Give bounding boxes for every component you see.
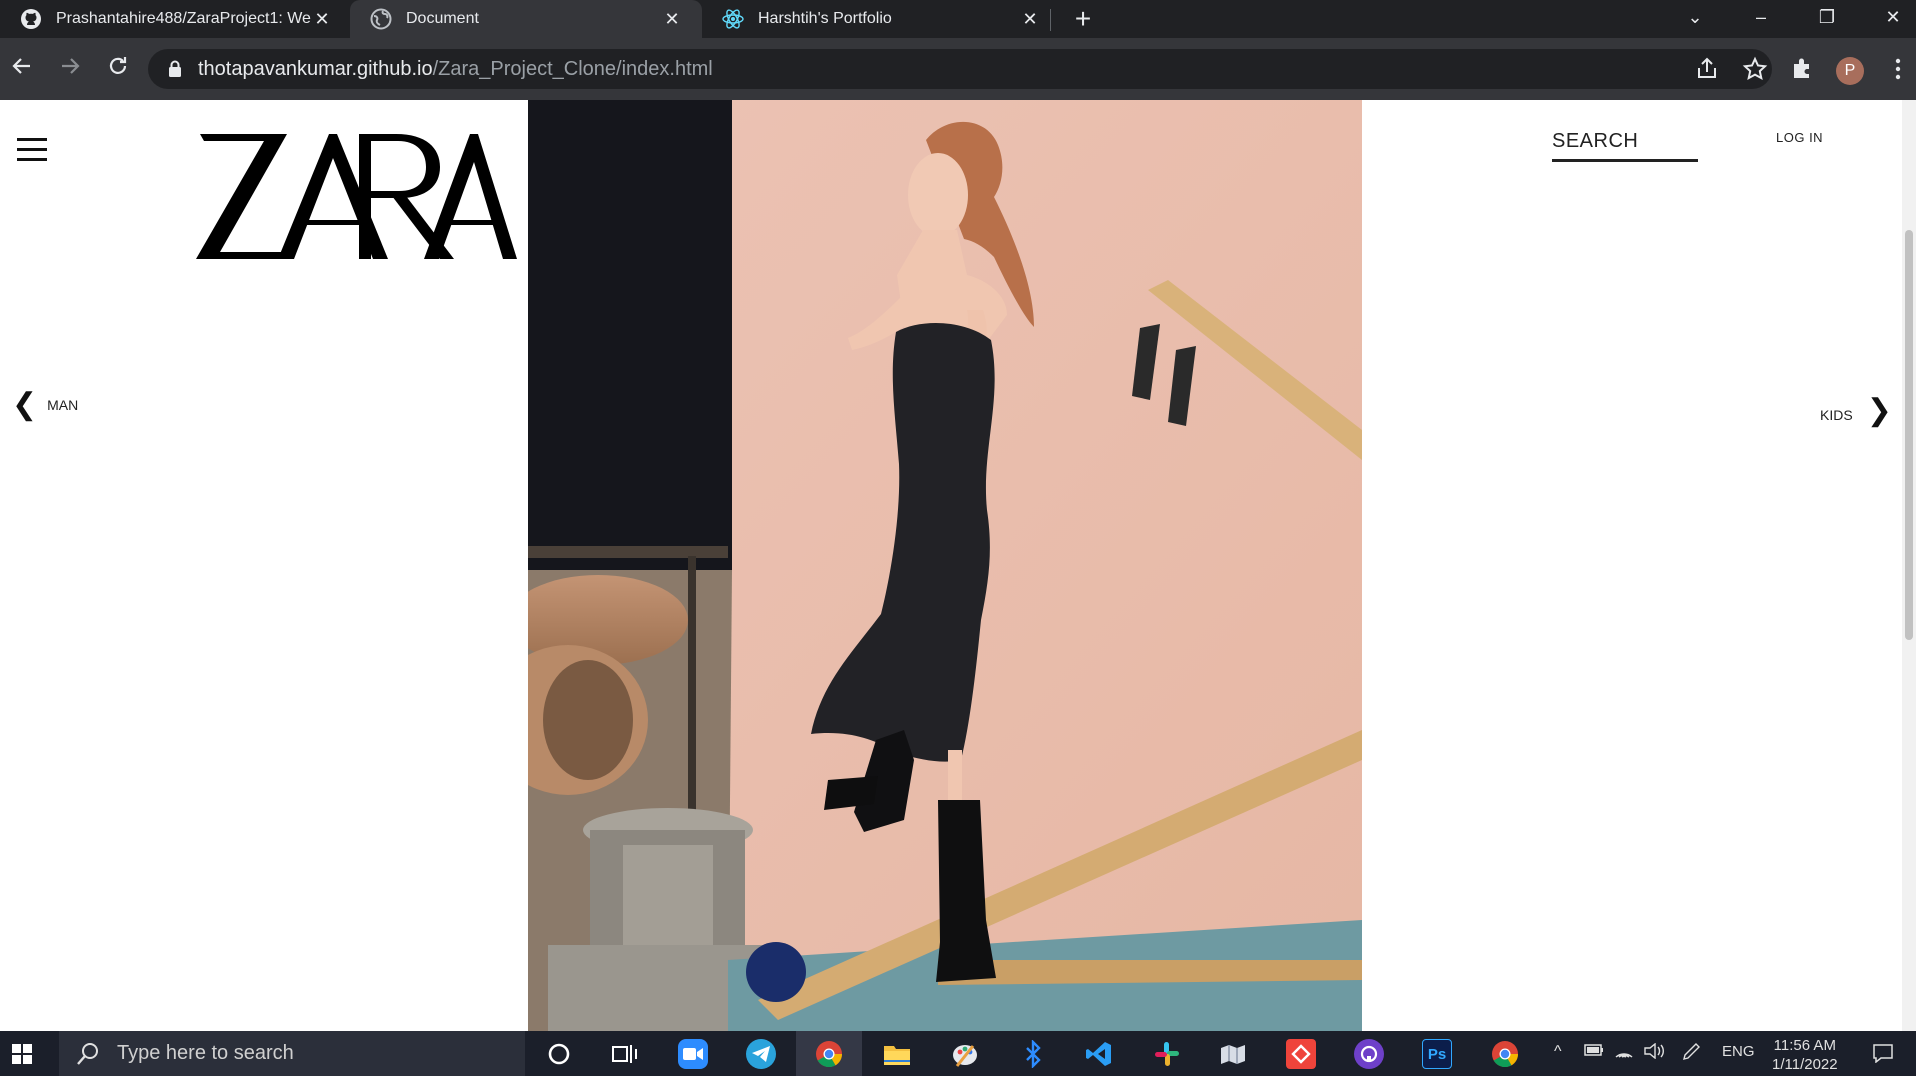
language-indicator[interactable]: ENG <box>1722 1043 1755 1060</box>
close-icon[interactable]: ✕ <box>1020 9 1040 29</box>
zara-logo[interactable] <box>192 128 517 268</box>
volume-icon[interactable] <box>1644 1042 1666 1064</box>
wifi-icon[interactable] <box>1614 1043 1634 1064</box>
tab-title: Harshtih's Portfolio <box>758 10 892 27</box>
windows-start-icon[interactable] <box>12 1044 32 1064</box>
menu-kebab-icon[interactable] <box>1884 55 1912 83</box>
back-button[interactable] <box>6 54 38 86</box>
file-explorer-icon[interactable] <box>882 1039 912 1069</box>
github-icon <box>20 8 42 30</box>
tab-search-icon[interactable]: ⌄ <box>1668 0 1722 38</box>
reload-button[interactable] <box>102 54 134 86</box>
forward-arrow-icon <box>62 58 80 74</box>
bluetooth-icon[interactable] <box>1018 1039 1048 1069</box>
taskbar-search-box[interactable]: Type here to search <box>59 1031 525 1076</box>
maps-icon[interactable] <box>1218 1039 1248 1069</box>
chrome-icon[interactable] <box>1490 1039 1520 1069</box>
telegram-icon[interactable] <box>746 1039 776 1069</box>
anydesk-icon[interactable] <box>1286 1039 1316 1069</box>
browser-toolbar: thotapavankumar.github.io/Zara_Project_C… <box>0 38 1916 100</box>
hamburger-menu-icon[interactable] <box>17 138 47 162</box>
tab-title: Prashantahire488/ZaraProject1: We <box>56 10 311 27</box>
bookmark-star-icon[interactable] <box>1742 56 1768 82</box>
new-tab-button[interactable]: + <box>1068 4 1098 34</box>
react-icon <box>722 8 744 30</box>
scrollbar-thumb[interactable] <box>1905 230 1913 640</box>
clock-date: 1/11/2022 <box>1772 1056 1838 1073</box>
cortana-icon[interactable] <box>544 1039 574 1069</box>
extensions-icon[interactable] <box>1790 55 1818 83</box>
chrome-icon[interactable] <box>814 1039 844 1069</box>
prev-category-nav[interactable]: ❮ MAN <box>12 390 78 420</box>
globe-icon <box>370 8 392 30</box>
restore-button[interactable]: ❐ <box>1800 0 1854 38</box>
slack-icon[interactable] <box>1152 1039 1182 1069</box>
share-icon[interactable] <box>1694 56 1720 82</box>
show-hidden-icons-chevron-icon[interactable]: ^ <box>1554 1043 1562 1061</box>
tab-strip: Prashantahire488/ZaraProject1: We ✕ Docu… <box>0 0 1916 38</box>
url-domain: thotapavankumar.github.io <box>198 58 433 80</box>
clock-time: 11:56 AM <box>1773 1037 1836 1054</box>
vscode-icon[interactable] <box>1084 1039 1114 1069</box>
next-category-nav[interactable]: KIDS ❯ <box>1820 396 1892 426</box>
address-bar[interactable]: thotapavankumar.github.io/Zara_Project_C… <box>148 49 1772 89</box>
close-icon[interactable]: ✕ <box>662 9 682 29</box>
search-icon <box>75 1041 101 1067</box>
minimize-button[interactable]: – <box>1734 0 1788 38</box>
battery-icon[interactable] <box>1584 1043 1604 1062</box>
tab-github[interactable]: Prashantahire488/ZaraProject1: We ✕ <box>0 0 350 38</box>
chevron-right-icon: ❯ <box>1866 394 1892 427</box>
tab-portfolio[interactable]: Harshtih's Portfolio ✕ <box>702 0 1050 38</box>
zoom-icon[interactable] <box>678 1039 708 1069</box>
search-label: SEARCH <box>1552 130 1639 152</box>
tab-document[interactable]: Document ✕ <box>350 0 702 38</box>
pen-icon[interactable] <box>1682 1043 1702 1066</box>
hero-image[interactable] <box>528 100 1362 1031</box>
web-page: SEARCH LOG IN ❮ MAN KIDS ❯ <box>0 100 1916 1031</box>
paint-icon[interactable] <box>950 1039 980 1069</box>
close-window-button[interactable]: ✕ <box>1866 0 1916 38</box>
profile-avatar[interactable]: P <box>1836 57 1864 85</box>
next-category-label: KIDS <box>1820 407 1853 423</box>
login-link[interactable]: LOG IN <box>1776 130 1823 145</box>
task-view-icon[interactable] <box>610 1039 640 1069</box>
windows-taskbar: Type here to search Ps ^ ENG 11:56 AM 1/… <box>0 1031 1916 1076</box>
url-text: thotapavankumar.github.io/Zara_Project_C… <box>198 58 713 81</box>
search-input[interactable]: SEARCH <box>1552 128 1698 162</box>
forward-button[interactable] <box>54 54 86 86</box>
taskbar-clock[interactable]: 11:56 AM 1/11/2022 <box>1772 1036 1838 1074</box>
reload-icon <box>109 57 127 74</box>
tab-title: Document <box>406 10 479 27</box>
chevron-left-icon: ❮ <box>12 388 38 421</box>
photoshop-icon[interactable]: Ps <box>1422 1039 1452 1069</box>
github-desktop-icon[interactable] <box>1354 1039 1384 1069</box>
close-icon[interactable]: ✕ <box>312 9 332 29</box>
notifications-icon[interactable] <box>1872 1043 1894 1068</box>
lock-icon <box>168 60 182 83</box>
taskbar-search-placeholder: Type here to search <box>117 1042 294 1064</box>
back-arrow-icon <box>12 58 30 74</box>
prev-category-label: MAN <box>47 397 79 413</box>
tab-separator <box>1050 9 1051 31</box>
url-path: /Zara_Project_Clone/index.html <box>432 58 713 80</box>
